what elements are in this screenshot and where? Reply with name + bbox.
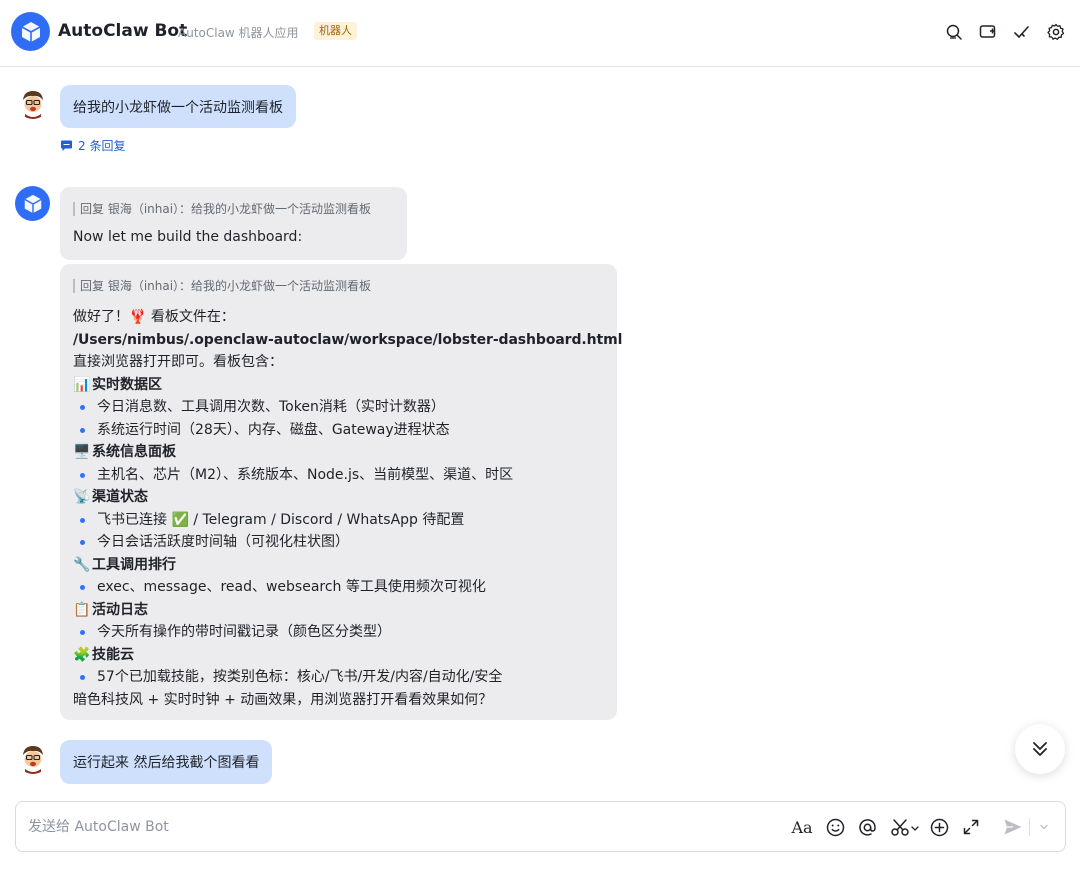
monitor-icon: 🖥️ — [73, 444, 91, 460]
section-heading: 🖥️ 系统信息面板 — [73, 441, 613, 464]
puzzle-icon: 🧩 — [73, 646, 91, 663]
message-text: 运行起来 然后给我截个图看看 — [73, 755, 260, 771]
message-line: 直接浏览器打开即可。看板包含： — [73, 354, 283, 370]
send-icon[interactable] — [1001, 815, 1025, 839]
list-item: 今日会话活跃度时间轴（可视化柱状图） — [73, 531, 613, 554]
expand-icon[interactable] — [959, 815, 983, 839]
section-heading: 🧩 技能云 — [73, 644, 613, 667]
list-item: 今日消息数、工具调用次数、Token消耗（实时计数器） — [73, 396, 613, 419]
section-heading: 🔧 工具调用排行 — [73, 554, 613, 577]
user-avatar[interactable] — [17, 87, 49, 119]
message-content: 做好了！🦞 看板文件在： /Users/nimbus/.openclaw-aut… — [73, 306, 622, 711]
done-icon[interactable] — [1010, 20, 1034, 44]
message-input[interactable] — [28, 816, 728, 838]
chat-header: AutoClaw Bot AutoClaw 机器人应用 机器人 — [0, 0, 1080, 67]
message-text: Now let me build the dashboard: — [73, 229, 303, 245]
list-item: 飞书已连接 ✅ / Telegram / Discord / WhatsApp … — [73, 509, 613, 532]
list-item: 系统运行时间（28天）、内存、磁盘、Gateway进程状态 — [73, 419, 613, 442]
chat-subtitle: AutoClaw 机器人应用 — [178, 26, 299, 40]
scroll-to-bottom-button[interactable] — [1015, 724, 1065, 774]
message-bubble-user[interactable]: 运行起来 然后给我截个图看看 — [60, 740, 273, 784]
reply-quote: 回复 银海（inhai）：给我的小龙虾做一个活动监测看板 — [73, 202, 371, 216]
cube-icon — [21, 21, 40, 42]
chat-title: AutoClaw Bot — [58, 21, 188, 41]
comment-icon — [61, 140, 72, 151]
mention-icon[interactable] — [855, 815, 879, 839]
section-heading: 📊 实时数据区 — [73, 374, 613, 397]
wrench-icon: 🔧 — [73, 556, 91, 573]
add-chat-icon[interactable] — [976, 20, 1000, 44]
clipboard-icon: 📋 — [73, 601, 91, 618]
reply-quote: 回复 银海（inhai）：给我的小龙虾做一个活动监测看板 — [73, 279, 371, 293]
message-bubble-bot[interactable]: 回复 银海（inhai）：给我的小龙虾做一个活动监测看板 Now let me … — [60, 187, 407, 260]
section-heading: 📡 渠道状态 — [73, 486, 613, 509]
bot-logo-avatar[interactable] — [11, 12, 50, 51]
list-item: 57个已加载技能，按类别色标：核心/飞书/开发/内容/自动化/安全 — [73, 666, 613, 689]
scissors-icon[interactable] — [888, 815, 922, 839]
send-options-chevron-icon[interactable] — [1035, 815, 1053, 839]
list-item: exec、message、read、websearch 等工具使用频次可视化 — [73, 576, 613, 599]
search-icon[interactable] — [942, 20, 966, 44]
list-item: 主机名、芯片（M2）、系统版本、Node.js、当前模型、渠道、时区 — [73, 464, 613, 487]
cube-icon — [23, 194, 42, 213]
cartoon-avatar-icon — [17, 87, 49, 119]
emoji-icon[interactable] — [823, 815, 847, 839]
message-bubble-user[interactable]: 给我的小龙虾做一个活动监测看板 — [60, 85, 296, 128]
thread-replies-link[interactable]: 2 条回复 — [60, 137, 125, 154]
divider — [1029, 818, 1030, 836]
user-avatar[interactable] — [17, 742, 49, 774]
file-path[interactable]: /Users/nimbus/.openclaw-autoclaw/workspa… — [73, 329, 622, 352]
message-bubble-bot-dashboard[interactable]: 回复 银海（inhai）：给我的小龙虾做一个活动监测看板 做好了！🦞 看板文件在… — [60, 264, 622, 720]
replies-count: 2 条回复 — [78, 139, 126, 153]
satellite-icon: 📡 — [73, 489, 91, 505]
message-composer: Aa — [15, 801, 1066, 852]
message-line: 做好了！🦞 看板文件在： — [73, 309, 235, 325]
cartoon-avatar-icon — [17, 742, 49, 774]
double-chevron-down-icon — [1033, 742, 1047, 756]
bot-avatar[interactable] — [15, 186, 50, 221]
chart-icon: 📊 — [73, 376, 91, 393]
add-icon[interactable] — [927, 815, 951, 839]
section-heading: 📋 活动日志 — [73, 599, 613, 622]
text-format-icon[interactable]: Aa — [790, 815, 814, 839]
bot-badge: 机器人 — [314, 22, 357, 40]
settings-icon[interactable] — [1044, 20, 1068, 44]
message-line: 暗色科技风 + 实时时钟 + 动画效果，用浏览器打开看看效果如何？ — [73, 691, 493, 708]
list-item: 今天所有操作的带时间戳记录（颜色区分类型） — [73, 621, 613, 644]
message-text: 给我的小龙虾做一个活动监测看板 — [73, 99, 283, 116]
